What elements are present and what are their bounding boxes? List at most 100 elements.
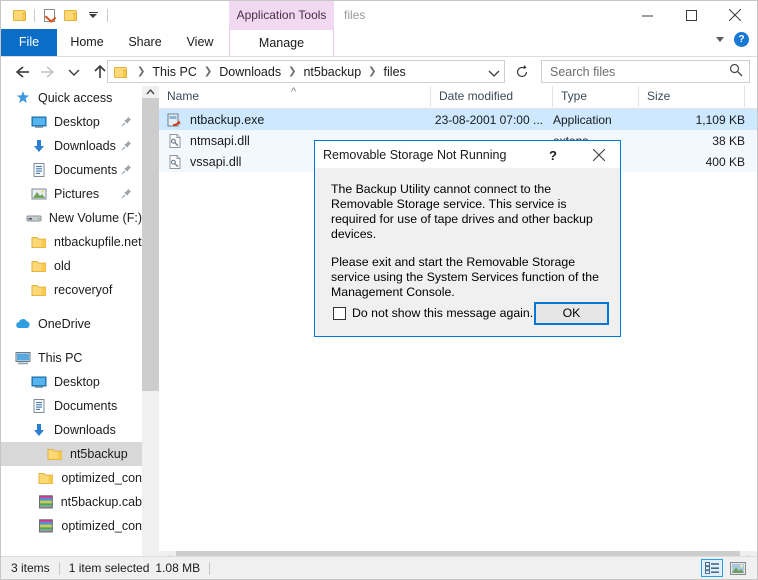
sidebar-item-desktop[interactable]: Desktop — [1, 370, 142, 394]
sidebar-item-quick-access[interactable]: Quick access — [1, 86, 142, 110]
pictures-icon — [31, 186, 47, 202]
do-not-show-again-checkbox[interactable] — [333, 306, 346, 320]
breadcrumb-files[interactable]: files — [382, 65, 408, 79]
sidebar-item-label: Downloads — [54, 423, 116, 437]
dialog-close-button[interactable] — [584, 144, 614, 166]
new-folder-icon[interactable] — [60, 5, 82, 25]
file-name-cell: vssapi.dll — [167, 154, 241, 170]
recent-locations-icon[interactable] — [61, 59, 87, 85]
search-icon[interactable] — [729, 63, 743, 80]
scrollbar-thumb[interactable] — [142, 98, 159, 391]
column-header-date-modified[interactable]: Date modified — [431, 86, 553, 107]
maximize-button[interactable] — [669, 1, 713, 29]
sidebar-item-label: New Volume (F:) — [48, 211, 142, 225]
archive-icon — [38, 518, 54, 534]
sidebar-item-desktop[interactable]: Desktop — [1, 110, 142, 134]
column-header-size[interactable]: Size — [639, 86, 745, 107]
file-name-cell: ntbackup.exe — [167, 112, 264, 128]
sidebar-item-label: old — [54, 259, 71, 273]
do-not-show-again-checkbox-row[interactable]: Do not show this message again. — [333, 306, 533, 320]
back-button[interactable] — [9, 59, 35, 85]
archive-icon — [38, 494, 54, 510]
forward-button[interactable] — [35, 59, 61, 85]
close-button[interactable] — [713, 1, 757, 29]
tab-manage[interactable]: Manage — [229, 29, 334, 56]
breadcrumb-downloads[interactable]: Downloads — [217, 65, 283, 79]
tab-home[interactable]: Home — [57, 29, 117, 56]
window-title: files — [344, 8, 366, 22]
details-view-button[interactable] — [701, 559, 723, 577]
table-row[interactable]: ntbackup.exe 23-08-2001 07:00 ... Applicat… — [159, 109, 757, 130]
customize-qat-caret-icon[interactable] — [82, 5, 104, 25]
search-box[interactable] — [541, 60, 750, 83]
address-dropdown-icon[interactable] — [488, 67, 500, 81]
address-bar-row: ❯ This PC ❯ Downloads ❯ nt5backup ❯ file… — [1, 57, 757, 86]
ok-button[interactable]: OK — [534, 301, 609, 325]
search-input[interactable] — [548, 63, 729, 80]
pin-icon[interactable] — [121, 116, 132, 127]
properties-icon[interactable] — [38, 5, 60, 25]
tab-share[interactable]: Share — [117, 29, 173, 56]
column-header-type[interactable]: Type — [553, 86, 639, 107]
sidebar-item-label: Downloads — [54, 139, 116, 153]
breadcrumb-this-pc[interactable]: This PC — [150, 65, 198, 79]
column-header-spacer — [745, 86, 757, 107]
sidebar-item-old[interactable]: old — [1, 254, 142, 278]
refresh-button[interactable] — [511, 61, 533, 83]
chevron-down-icon[interactable] — [716, 37, 724, 42]
sidebar-item-documents[interactable]: Documents — [1, 158, 142, 182]
sidebar-item-recoveryof[interactable]: recoveryof — [1, 278, 142, 302]
address-bar[interactable]: ❯ This PC ❯ Downloads ❯ nt5backup ❯ file… — [107, 60, 505, 83]
sidebar-item-new-volume-f[interactable]: New Volume (F:) — [1, 206, 142, 230]
breadcrumb-chevron-1: ❯ — [203, 66, 213, 77]
sidebar-item-nt5backup[interactable]: nt5backup — [1, 442, 142, 466]
large-icons-view-button[interactable] — [727, 559, 749, 577]
title-bar: Application Tools files — [1, 1, 757, 29]
help-icon[interactable]: ? — [734, 32, 749, 47]
sidebar-item-label: Documents — [54, 399, 118, 413]
dialog-body: The Backup Utility cannot connect to the… — [315, 168, 620, 300]
download-arrow-icon — [31, 138, 47, 154]
sidebar-item-documents[interactable]: Documents — [1, 394, 142, 418]
sidebar-item-downloads[interactable]: Downloads — [1, 134, 142, 158]
minimize-button[interactable] — [625, 1, 669, 29]
column-header-name[interactable]: Name ^ — [159, 86, 431, 107]
sidebar-item-this-pc[interactable]: This PC — [1, 346, 142, 370]
sidebar-item-label: Desktop — [54, 115, 100, 129]
tab-file[interactable]: File — [1, 29, 57, 56]
pin-icon[interactable] — [121, 188, 132, 199]
file-date-cell: 23-08-2001 07:00 ... — [434, 112, 543, 127]
breadcrumb-nt5backup[interactable]: nt5backup — [301, 65, 363, 79]
sidebar-item-label: nt5backup.cab — [60, 495, 142, 509]
removable-storage-dialog: Removable Storage Not Running ? The Back… — [314, 140, 621, 337]
sidebar-item-nt5backup-cab[interactable]: nt5backup.cab — [1, 490, 142, 514]
dialog-footer: Do not show this message again. OK — [315, 300, 620, 326]
drive-icon — [26, 210, 42, 226]
pin-star-icon — [15, 90, 31, 106]
dialog-help-icon[interactable]: ? — [542, 145, 564, 165]
folder-icon[interactable] — [9, 5, 31, 25]
folder-icon — [38, 470, 54, 486]
folder-icon — [31, 258, 47, 274]
sidebar-item-ntbackupfile-net[interactable]: ntbackupfile.net — [1, 230, 142, 254]
sidebar-item-pictures[interactable]: Pictures — [1, 182, 142, 206]
tab-view[interactable]: View — [173, 29, 227, 56]
navigation-pane[interactable]: Quick access Desktop Downloads Documents Pic… — [1, 86, 142, 551]
dll-icon — [167, 133, 183, 149]
file-size-cell: 38 KB — [712, 133, 745, 148]
pin-icon[interactable] — [121, 164, 132, 175]
thispc-icon — [15, 350, 31, 366]
pin-icon[interactable] — [121, 140, 132, 151]
sidebar-item-label: Desktop — [54, 375, 100, 389]
file-name-label: ntmsapi.dll — [190, 133, 250, 148]
sidebar-item-label: This PC — [38, 351, 83, 365]
navigation-pane-scrollbar[interactable] — [142, 86, 159, 551]
sidebar-item-label: Pictures — [54, 187, 100, 201]
sidebar-item-optimized-con[interactable]: optimized_con — [1, 514, 142, 538]
documents-icon — [31, 398, 47, 414]
sidebar-item-label: OneDrive — [38, 317, 91, 331]
sidebar-item-onedrive[interactable]: OneDrive — [1, 312, 142, 336]
scroll-up-icon[interactable] — [142, 86, 159, 98]
sidebar-item-optimized-con[interactable]: optimized_con — [1, 466, 142, 490]
sidebar-item-downloads[interactable]: Downloads — [1, 418, 142, 442]
